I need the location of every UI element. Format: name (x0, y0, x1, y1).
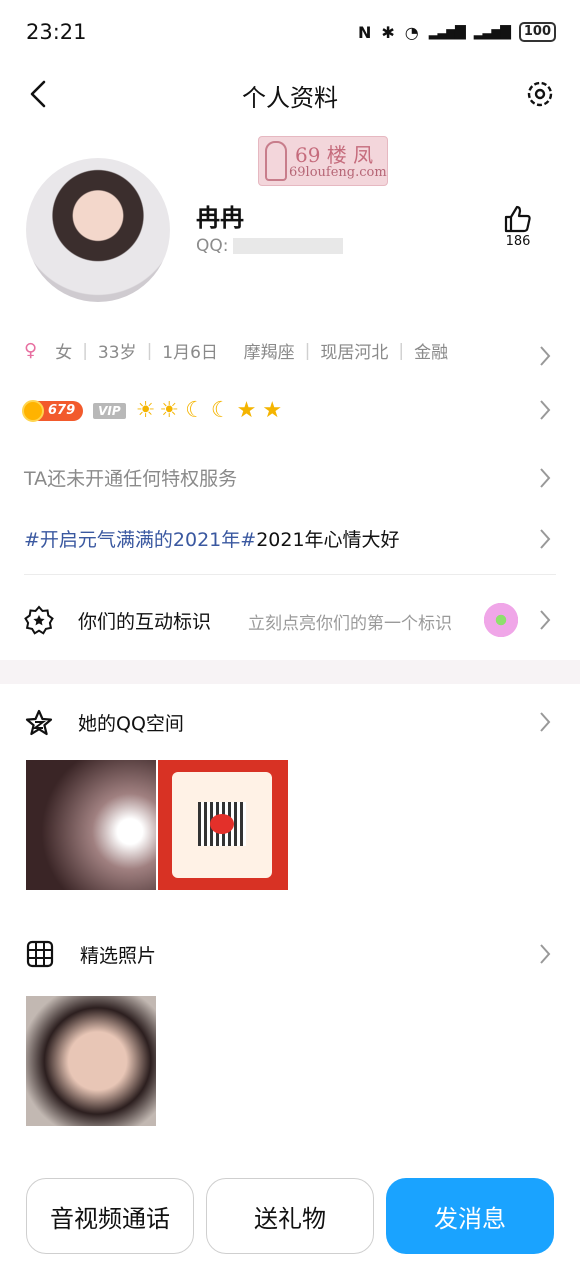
watermark-line2: 69loufeng.com (289, 165, 387, 180)
interaction-marks-label[interactable]: 你们的互动标识 (78, 607, 211, 634)
qq-number: QQ: (196, 236, 343, 256)
qq-number-redacted (232, 238, 343, 254)
coin-value: 679 (48, 403, 76, 418)
flower-badge-icon (481, 600, 521, 640)
star-icon: ★ (262, 398, 283, 423)
birthday: 1月6日 (162, 343, 218, 363)
chevron-right-icon[interactable] (538, 466, 552, 490)
sun-icon: ☀ (159, 398, 180, 423)
send-gift-button[interactable]: 送礼物 (206, 1178, 374, 1254)
mood-text: 2021年心情大好 (256, 529, 400, 551)
zodiac: 摩羯座 (243, 343, 295, 363)
thumbs-up-icon[interactable] (500, 204, 536, 234)
page-title: 个人资料 (242, 84, 338, 112)
star-badge-icon (24, 605, 54, 635)
watermark-figure-icon (265, 141, 287, 181)
moon-icon: ☾ (185, 398, 205, 423)
qzone-photo[interactable] (26, 760, 156, 890)
watermark-line1: 69 楼 凤 (295, 143, 374, 167)
age: 33岁 (97, 343, 137, 363)
chevron-right-icon[interactable] (538, 608, 552, 632)
qzone-photo[interactable] (158, 760, 288, 890)
back-arrow-icon[interactable] (24, 78, 56, 110)
mood-status[interactable]: #开启元气满满的2021年#2021年心情大好 (24, 525, 556, 552)
battery-indicator: 100 (518, 22, 556, 42)
chevron-right-icon[interactable] (538, 710, 552, 734)
gear-icon[interactable] (524, 78, 556, 110)
qr-center-logo (210, 814, 234, 834)
qzone-label[interactable]: 她的QQ空间 (78, 709, 184, 736)
residence: 现居河北 (320, 343, 389, 363)
watermark-logo: 69 楼 凤 69loufeng.com (258, 136, 388, 186)
star-icon: ★ (236, 398, 257, 423)
basic-info-row[interactable]: ♀ 女| 33岁| 1月6日| 摩羯座| 现居河北| 金融 (24, 338, 556, 363)
chevron-right-icon[interactable] (538, 344, 552, 368)
signal-icon: ▂▃▅▇ (428, 24, 466, 40)
selected-photo[interactable] (26, 996, 156, 1126)
avatar[interactable] (26, 158, 170, 302)
coin-badge: 679 (22, 399, 84, 422)
gender: 女 (55, 343, 73, 363)
video-call-button[interactable]: 音视频通话 (26, 1178, 194, 1254)
divider (24, 574, 556, 575)
privilege-status[interactable]: TA还未开通任何特权服务 (24, 464, 556, 491)
grid-icon (26, 940, 54, 968)
vip-badge: VIP (93, 402, 126, 419)
chevron-right-icon[interactable] (538, 398, 552, 422)
wifi-icon: ◔ (404, 22, 419, 42)
nfc-icon: N (357, 22, 372, 42)
badges-row[interactable]: 679 VIP ☀ ☀ ☾ ☾ ★ ★ (22, 398, 556, 423)
female-icon: ♀ (24, 340, 38, 361)
signal-icon-2: ▂▃▅▇ (473, 24, 511, 40)
bluetooth-icon: ✱ (381, 22, 395, 42)
section-spacer (0, 660, 580, 684)
mood-topic-tag[interactable]: #开启元气满满的2021年# (24, 529, 256, 551)
nickname: 冉冉 (196, 204, 244, 232)
chevron-right-icon[interactable] (538, 527, 552, 551)
selected-photos-label[interactable]: 精选照片 (80, 941, 156, 968)
status-icons: N ✱ ◔ ▂▃▅▇ ▂▃▅▇ 100 (358, 22, 556, 42)
send-message-button[interactable]: 发消息 (386, 1178, 554, 1254)
industry: 金融 (414, 343, 449, 363)
moon-icon: ☾ (210, 398, 231, 423)
chevron-right-icon[interactable] (538, 942, 552, 966)
interaction-marks-hint: 立刻点亮你们的第一个标识 (248, 614, 452, 634)
status-time: 23:21 (26, 20, 87, 44)
qr-card-image (172, 772, 272, 878)
like-count: 186 (505, 234, 531, 249)
sun-icon: ☀ (135, 398, 156, 423)
qzone-star-icon (25, 709, 53, 736)
qq-label: QQ: (196, 236, 229, 256)
coin-icon (22, 399, 44, 422)
